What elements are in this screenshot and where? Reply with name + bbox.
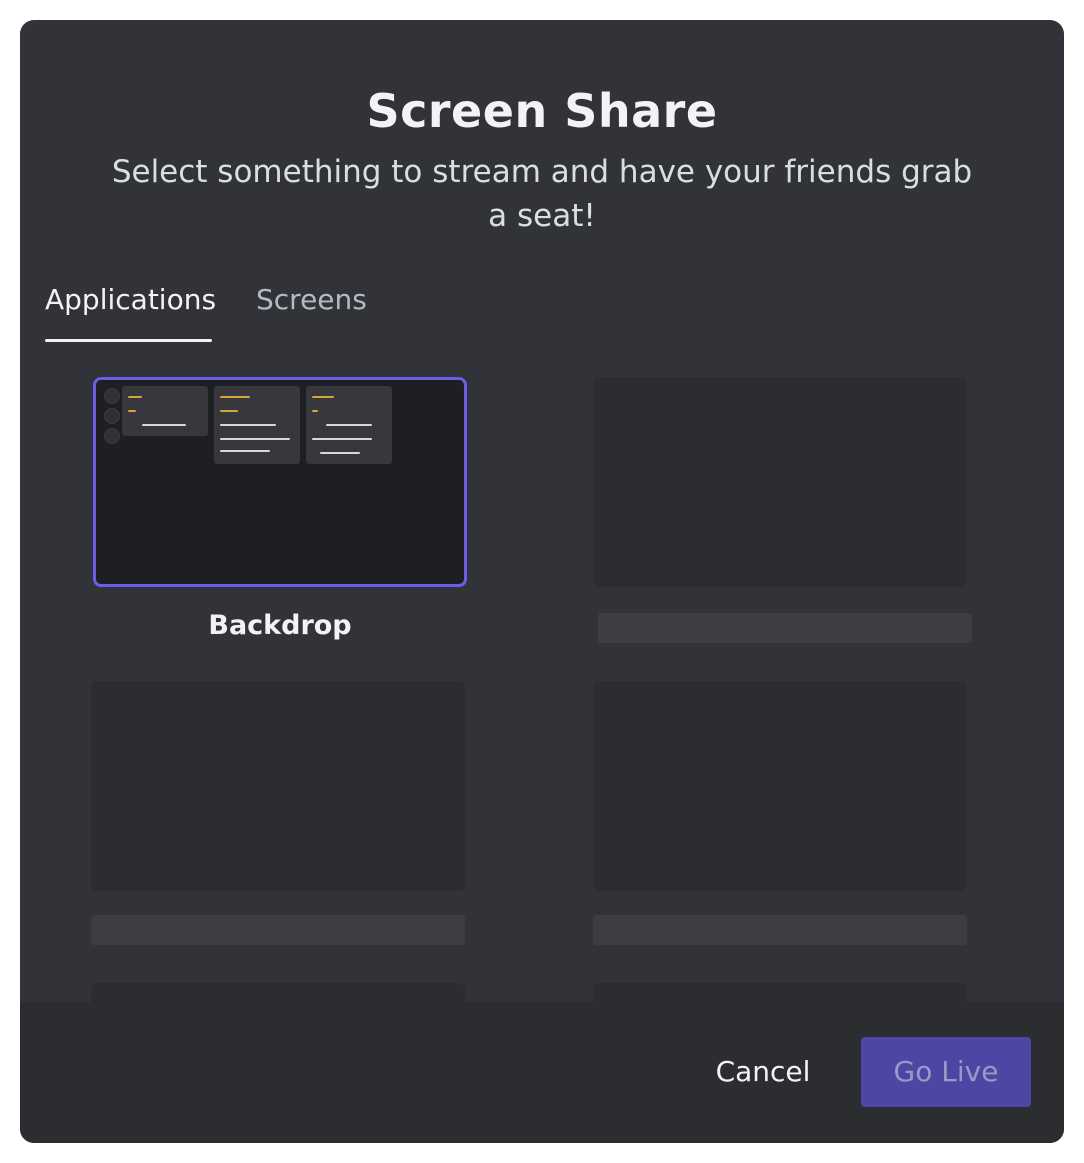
app-thumbnail-placeholder[interactable] bbox=[91, 983, 465, 1002]
app-thumbnail-placeholder[interactable] bbox=[593, 377, 967, 587]
modal-footer: Cancel Go Live bbox=[20, 1002, 1064, 1143]
thumbnail-preview-card bbox=[306, 386, 392, 464]
go-live-button[interactable]: Go Live bbox=[861, 1037, 1031, 1107]
app-thumbnail-placeholder[interactable] bbox=[593, 983, 967, 1002]
app-label-backdrop: Backdrop bbox=[208, 610, 352, 641]
app-thumbnail-placeholder[interactable] bbox=[91, 681, 465, 891]
app-thumbnail-placeholder[interactable] bbox=[593, 681, 967, 891]
thumbnail-preview-rail bbox=[104, 388, 120, 448]
thumbnail-preview-card bbox=[214, 386, 300, 464]
application-grid: Backdrop bbox=[20, 20, 1064, 1002]
thumbnail-preview-card bbox=[122, 386, 208, 436]
app-thumbnail-backdrop[interactable] bbox=[93, 377, 467, 587]
screen-share-modal: Screen Share Select something to stream … bbox=[20, 20, 1064, 1143]
app-label-placeholder bbox=[598, 613, 972, 643]
app-label-placeholder bbox=[593, 915, 967, 945]
app-label-placeholder bbox=[91, 915, 465, 945]
cancel-button[interactable]: Cancel bbox=[698, 1037, 828, 1107]
